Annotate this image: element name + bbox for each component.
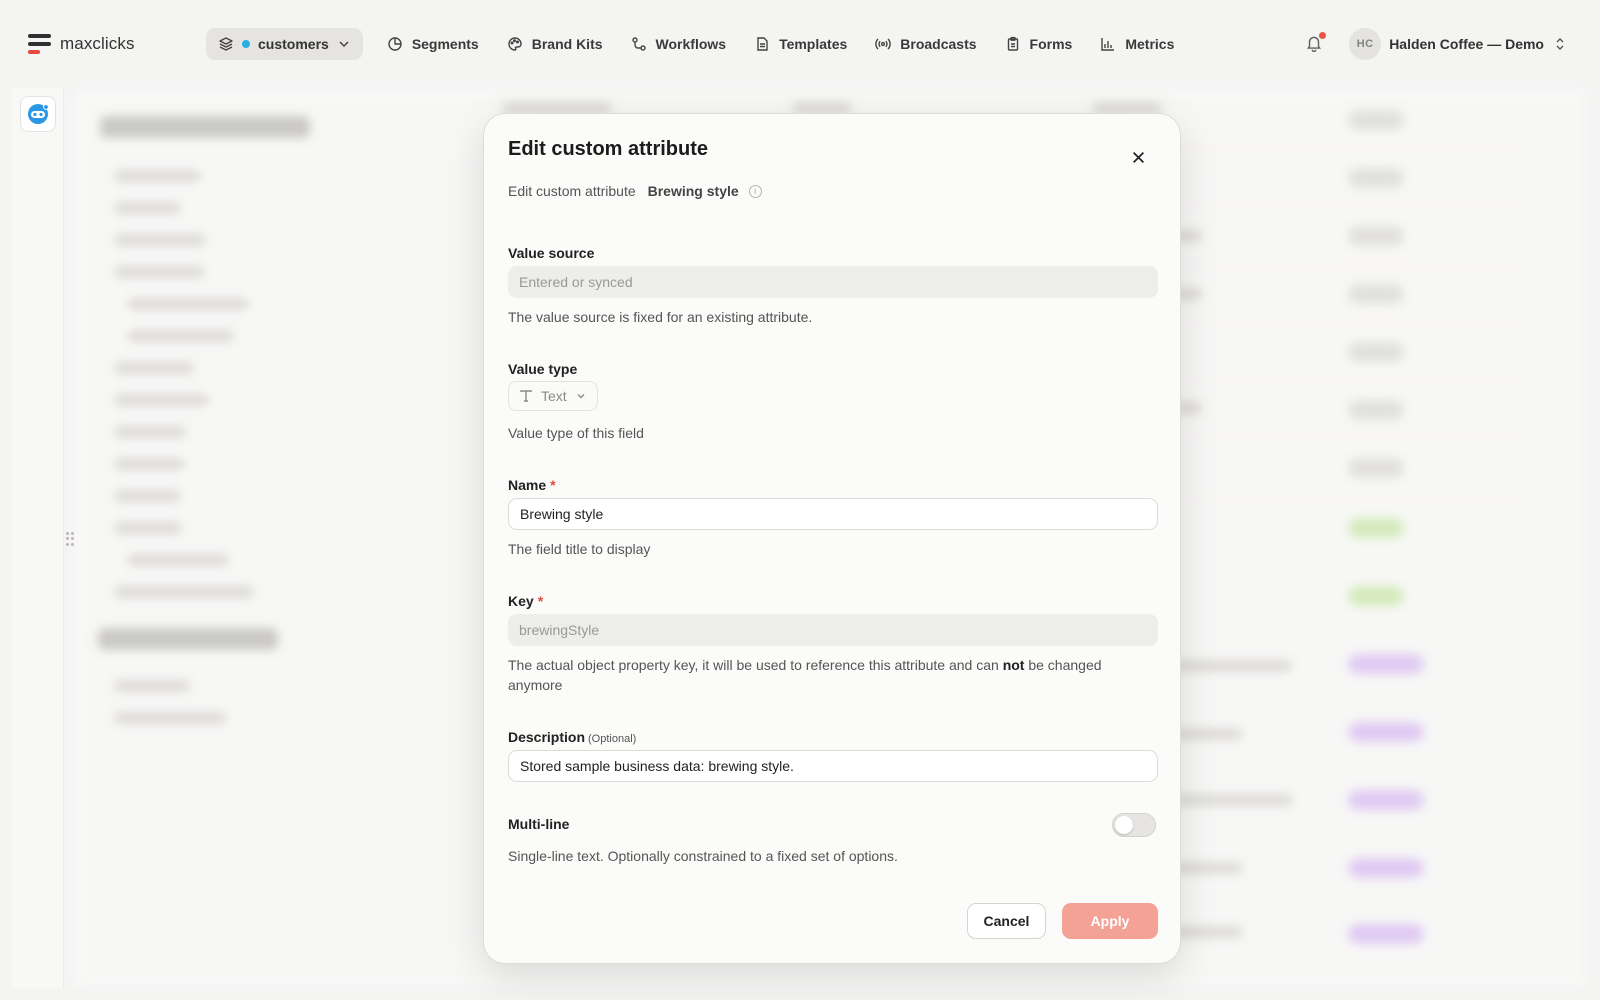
close-button[interactable] — [1126, 145, 1150, 169]
value-type-value: Text — [541, 388, 567, 404]
text-type-icon — [520, 390, 532, 402]
value-source-field: Entered or synced — [508, 266, 1158, 298]
info-icon[interactable]: i — [748, 184, 762, 198]
value-type-select: Text — [508, 381, 598, 411]
optional-tag: (Optional) — [588, 733, 637, 745]
key-label: Key * — [508, 593, 544, 609]
value-source-help: The value source is fixed for an existin… — [508, 309, 813, 325]
key-help: The actual object property key, it will … — [508, 657, 1102, 693]
toggle-knob — [1115, 816, 1133, 834]
cancel-button[interactable]: Cancel — [967, 903, 1046, 939]
description-label: Description (Optional) — [508, 729, 637, 745]
edit-attribute-dialog: Edit custom attribute Edit custom attrib… — [483, 113, 1181, 964]
name-help: The field title to display — [508, 541, 651, 557]
required-mark: * — [550, 477, 556, 493]
key-field: brewingStyle — [508, 614, 1158, 646]
name-input[interactable]: Brewing style — [508, 498, 1158, 530]
value-type-label: Value type — [508, 361, 578, 377]
required-mark: * — [537, 593, 544, 609]
subtitle-prefix: Edit custom attribute — [508, 183, 636, 199]
close-icon — [1132, 151, 1144, 163]
chevron-down-icon — [577, 394, 585, 399]
apply-button[interactable]: Apply — [1062, 903, 1158, 939]
attribute-name: Brewing style — [647, 183, 739, 199]
multiline-help: Single-line text. Optionally constrained… — [508, 848, 898, 864]
dialog-subtitle: Edit custom attribute Brewing style i — [508, 183, 762, 199]
multiline-toggle[interactable] — [1112, 813, 1156, 837]
value-type-help: Value type of this field — [508, 425, 644, 441]
multiline-label: Multi-line — [508, 816, 570, 832]
description-input[interactable]: Stored sample business data: brewing sty… — [508, 750, 1158, 782]
name-label: Name * — [508, 477, 556, 493]
dialog-title: Edit custom attribute — [508, 138, 709, 160]
value-source-label: Value source — [508, 245, 595, 261]
